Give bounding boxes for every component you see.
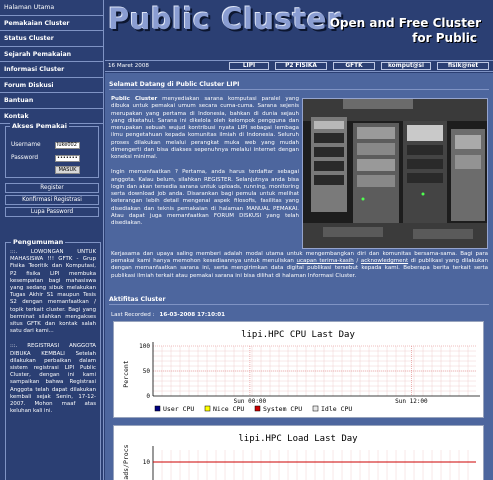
- username-label: Username: [11, 142, 41, 148]
- username-input[interactable]: luke002: [55, 142, 80, 149]
- login-box: Akses Pemakai Username luke002 Password …: [5, 122, 99, 178]
- registration-confirm-button[interactable]: Konfirmasi Registrasi: [5, 195, 99, 205]
- login-submit-button[interactable]: MASUK: [55, 166, 80, 174]
- cpu-legend-label: User CPU: [163, 405, 194, 413]
- register-button[interactable]: Register: [5, 183, 99, 193]
- load-graph-title: lipi.HPC Load Last Day: [238, 434, 358, 444]
- cpu-legend-swatch: [204, 405, 211, 412]
- header-banner: Public Cluster Open and Free Cluster for…: [105, 0, 493, 60]
- topnav-fisiknet[interactable]: fisik@net: [437, 62, 489, 70]
- topnav-komputasi[interactable]: komput@si: [381, 62, 431, 70]
- cpu-legend-label: Idle CPU: [321, 405, 352, 413]
- sidebar-item-pemakaian-cluster[interactable]: Pemakaian Cluster: [0, 16, 103, 31]
- cluster-photo: [302, 98, 488, 249]
- welcome-paragraph-1-text: menyediakan sarana komputasi paralel yan…: [111, 96, 300, 160]
- load-y-tick-label: 10: [143, 459, 151, 466]
- cpu-legend-label: Nice CPU: [213, 405, 244, 413]
- sidebar-item-informasi-cluster[interactable]: Informasi Cluster: [0, 62, 103, 78]
- sidebar-item-halaman-utama[interactable]: Halaman Utama: [0, 0, 103, 16]
- sidebar-item-sejarah-pemakaian[interactable]: Sejarah Pemakaian: [0, 47, 103, 62]
- welcome-paragraph-2: Ingin memanfaatkan ? Pertama, anda harus…: [111, 169, 299, 226]
- welcome-paragraph-3: Kerjasama dan upaya saling memberi adala…: [111, 251, 488, 280]
- password-input[interactable]: •••••••: [55, 155, 80, 162]
- tagline-line-2: for Public: [412, 31, 477, 45]
- news-box: Pengumuman :::. LOWONGAN UNTUK MAHASISWA…: [5, 238, 101, 480]
- thanks-link[interactable]: ucapan terima-kasih: [297, 258, 354, 264]
- load-plot-area: 10: [143, 446, 476, 480]
- cpu-x-tick-label: Sun 12:00: [395, 398, 428, 405]
- activity-title: Aktifitas Cluster: [109, 296, 489, 305]
- password-label: Password: [11, 155, 39, 161]
- news-item-registrasi[interactable]: :::. REGISTRASI ANGGOTA DIBUKA KEMBALI S…: [10, 343, 96, 415]
- main-content: Selamat Datang di Public Cluster LIPI Pu…: [105, 73, 493, 480]
- sidebar-item-status-cluster[interactable]: Status Cluster: [0, 31, 103, 47]
- news-title: Pengumuman: [11, 238, 66, 246]
- last-recorded-label: Last Recorded :: [111, 312, 155, 318]
- cluster-photo-image: [303, 99, 487, 248]
- login-title: Akses Pemakai: [10, 122, 70, 130]
- topnav-lipi[interactable]: LIPI: [229, 62, 269, 70]
- tagline-line-1: Open and Free Cluster: [329, 16, 481, 30]
- acknowledgment-link[interactable]: acknowledgment: [361, 258, 408, 264]
- cpu-legend-swatch: [254, 405, 261, 412]
- welcome-title: Selamat Datang di Public Cluster LIPI: [109, 81, 489, 90]
- last-recorded-value: 16-03-2008 17:10:01: [159, 312, 225, 318]
- cpu-plot-area: 100 50 0 Sun 00:00 Sun 12:00: [139, 342, 480, 405]
- cpu-graph-svg: lipi.HPC CPU Last Day Percent 100 50 0 Sun …: [122, 330, 480, 413]
- forgot-password-button[interactable]: Lupa Password: [5, 207, 99, 217]
- cpu-legend-swatch: [312, 405, 319, 412]
- news-item-lowongan[interactable]: :::. LOWONGAN UNTUK MAHASISWA !!! GFTK -…: [10, 249, 96, 335]
- site-logo[interactable]: Public Cluster: [108, 2, 342, 36]
- cpu-legend: User CPU Nice CPU System CPU Idle CPU: [154, 405, 352, 413]
- cpu-y-tick-label: 100: [139, 343, 150, 350]
- top-bar: 16 Maret 2008 LIPI P2 FISIKA GFTK komput…: [105, 60, 493, 72]
- cpu-y-tick-label: 0: [146, 393, 150, 400]
- cpu-x-tick-label: Sun 00:00: [234, 398, 267, 405]
- load-graph-svg: lipi.HPC Load Last Day Loads/Procs 10: [122, 434, 476, 480]
- welcome-brand: Public Cluster: [111, 96, 158, 102]
- last-recorded: Last Recorded : 16-03-2008 17:10:01: [111, 312, 225, 318]
- sidebar: Halaman Utama Pemakaian Cluster Status C…: [0, 0, 104, 480]
- cpu-graph: lipi.HPC CPU Last Day Percent 100 50 0 Sun …: [113, 321, 484, 418]
- load-graph-ylabel: Loads/Procs: [122, 444, 130, 480]
- link-separator: /: [356, 258, 359, 265]
- welcome-paragraph-1: Public Cluster menyediakan sarana komput…: [111, 96, 299, 161]
- topnav-p2-fisika[interactable]: P2 FISIKA: [275, 62, 327, 70]
- current-date: 16 Maret 2008: [108, 63, 149, 69]
- cpu-legend-label: System CPU: [263, 405, 302, 413]
- sidebar-nav: Halaman Utama Pemakaian Cluster Status C…: [0, 0, 103, 124]
- cpu-y-tick-label: 50: [143, 368, 151, 375]
- topnav-gftk[interactable]: GFTK: [333, 62, 375, 70]
- sidebar-item-bantuan[interactable]: Bantuan: [0, 93, 103, 109]
- site-tagline: Open and Free Cluster for Public: [330, 16, 481, 46]
- welcome-text: Public Cluster menyediakan sarana komput…: [111, 96, 299, 227]
- cpu-graph-ylabel: Percent: [122, 360, 130, 387]
- sidebar-item-forum-diskusi[interactable]: Forum Diskusi: [0, 78, 103, 93]
- load-graph: lipi.HPC Load Last Day Loads/Procs 10: [113, 425, 484, 480]
- cpu-graph-title: lipi.HPC CPU Last Day: [241, 330, 355, 340]
- cpu-legend-swatch: [154, 405, 161, 412]
